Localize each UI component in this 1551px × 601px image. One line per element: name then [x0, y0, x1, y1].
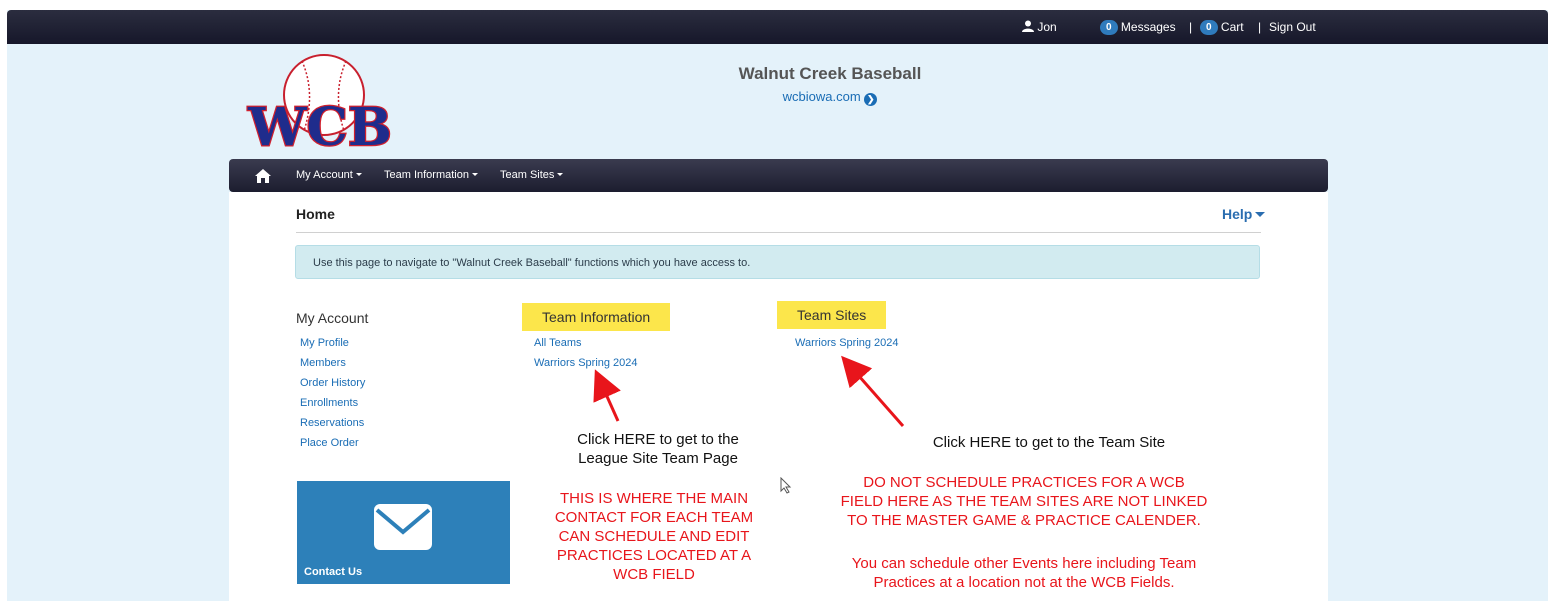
nav-team-sites-label: Team Sites	[500, 169, 555, 181]
annotation-arrows	[593, 355, 905, 427]
arrow-to-team-info	[593, 369, 621, 422]
home-icon[interactable]	[255, 168, 271, 183]
separator: |	[1189, 20, 1193, 34]
main-content: Home Help Use this page to navigate to "…	[229, 192, 1328, 601]
cursor-icon	[780, 477, 792, 494]
arrow-to-team-site	[841, 355, 905, 427]
chevron-right-circle-icon: ❯	[864, 93, 878, 106]
user-icon	[1022, 20, 1034, 32]
messages-link[interactable]: 0 Messages	[1100, 19, 1176, 36]
nav-my-account[interactable]: My Account	[296, 169, 362, 181]
separator: |	[1258, 20, 1262, 34]
wcb-logo[interactable]: WCB	[244, 53, 396, 151]
site-website-text: wcbiowa.com	[782, 89, 861, 104]
user-name: Jon	[1037, 20, 1057, 34]
svg-text:WCB: WCB	[247, 97, 392, 151]
messages-label: Messages	[1120, 20, 1176, 34]
nav-team-information-label: Team Information	[384, 169, 469, 181]
main-nav: My Account Team Information Team Sites	[229, 159, 1328, 192]
cart-link[interactable]: 0 Cart	[1200, 19, 1244, 36]
top-bar: Jon 0 Messages | 0 Cart | Sign Out	[7, 10, 1548, 44]
caret-down-icon	[557, 173, 564, 176]
caret-down-icon	[471, 173, 478, 176]
site-title: Walnut Creek Baseball	[738, 64, 922, 83]
site-website-link[interactable]: wcbiowa.com ❯	[690, 89, 970, 106]
nav-team-sites[interactable]: Team Sites	[500, 169, 564, 181]
sign-out-link[interactable]: Sign Out	[1269, 19, 1316, 35]
cart-count-badge: 0	[1200, 20, 1218, 36]
caret-down-icon	[355, 173, 362, 176]
user-menu[interactable]: Jon	[1022, 19, 1057, 35]
messages-count-badge: 0	[1100, 20, 1118, 36]
nav-my-account-label: My Account	[296, 169, 353, 181]
cart-label: Cart	[1220, 20, 1244, 34]
nav-team-information[interactable]: Team Information	[384, 169, 478, 181]
